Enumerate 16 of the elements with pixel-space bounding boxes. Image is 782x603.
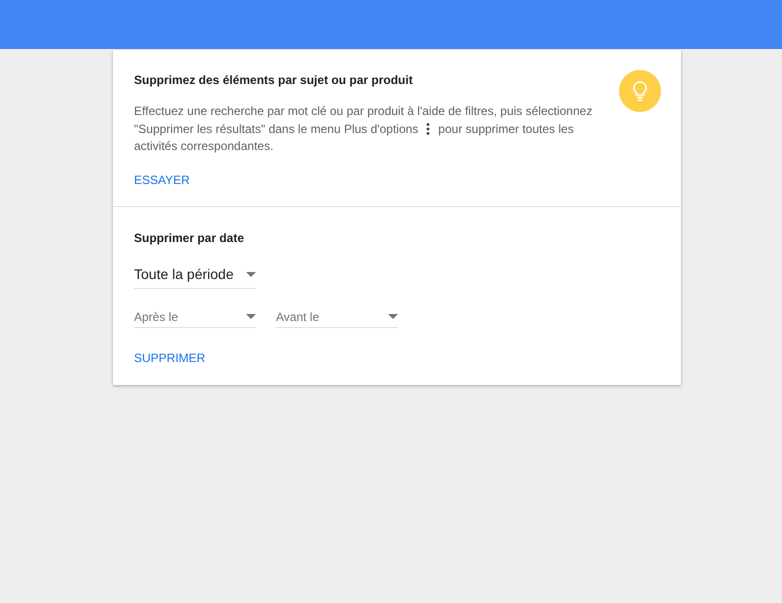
- dropdown-caret-icon: [246, 314, 256, 319]
- more-options-icon: [426, 123, 430, 136]
- date-dropdown[interactable]: Avant le: [276, 308, 398, 328]
- date-dropdown[interactable]: Après le: [134, 308, 256, 328]
- delete-button[interactable]: SUPPRIMER: [134, 348, 206, 366]
- dropdown-caret-icon: [246, 272, 256, 276]
- section-title: Supprimez des éléments par sujet ou par produit: [134, 72, 414, 89]
- description-text: "Supprimer les résultats" dans le menu Plus d'options: [134, 120, 418, 138]
- dropdown-caret-icon: [388, 314, 398, 319]
- description-text: Effectuez une recherche par mot clé ou par produit à l'aide de filtres, puis sélectionnez: [134, 104, 592, 118]
- description-text: activités correspondantes.: [134, 139, 274, 153]
- description-text: pour supprimer toutes les: [438, 120, 574, 138]
- section-title: Supprimer par date: [134, 230, 246, 246]
- try-button[interactable]: ESSAYER: [134, 170, 190, 188]
- lightbulb-icon: [633, 81, 647, 101]
- period-dropdown[interactable]: Toute la période: [134, 264, 256, 288]
